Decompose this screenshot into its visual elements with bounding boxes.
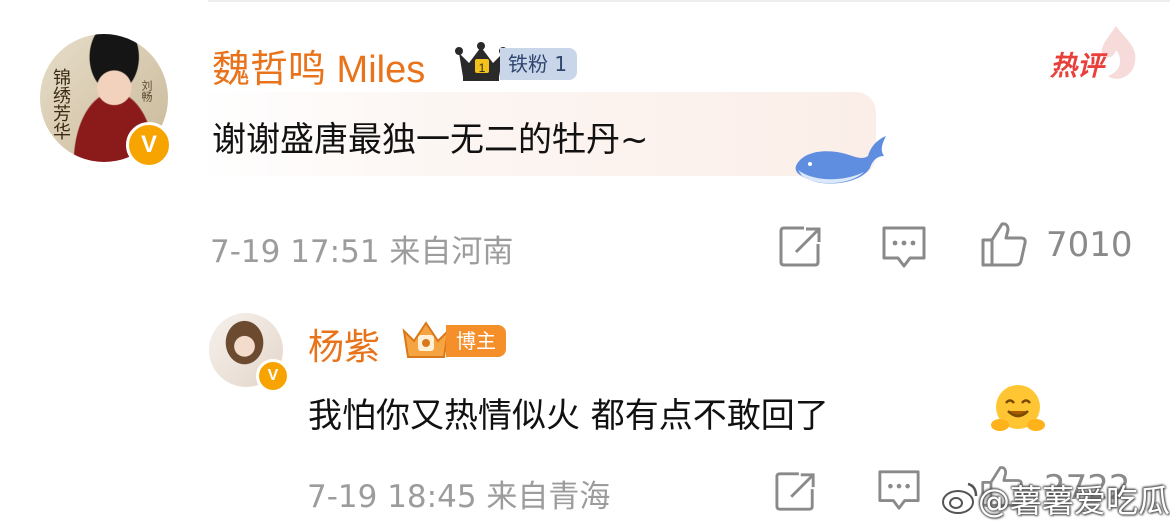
reply-timestamp: 7-19 18:45 (307, 479, 477, 515)
thumbs-up-icon[interactable] (980, 220, 1028, 268)
verified-v-icon: V (256, 359, 290, 393)
like-count: 7010 (1046, 225, 1133, 265)
top-divider (208, 0, 1170, 2)
verified-v-icon: V (126, 122, 172, 168)
whale-sticker-icon (795, 136, 886, 184)
blogger-badge: 博主 (446, 325, 506, 357)
comment-icon[interactable] (876, 468, 922, 512)
weibo-logo-icon (942, 482, 978, 514)
replier-name[interactable]: 杨紫 (308, 318, 380, 370)
reply-text: 我怕你又热情似火 都有点不敢回了 (308, 396, 829, 436)
fan-level-badge: 铁粉 1 (500, 48, 578, 80)
comment-location: 来自河南 (389, 234, 514, 270)
crown-icon (402, 321, 450, 358)
comment-icon[interactable] (880, 224, 928, 270)
comment-meta: 7-19 17:51 来自河南 (210, 226, 513, 271)
avatar-calligraphy: 锦绣芳华 (50, 68, 71, 140)
reply-meta: 7-19 18:45 来自青海 (307, 471, 610, 516)
repost-icon[interactable] (774, 470, 818, 512)
repost-icon[interactable] (778, 224, 824, 268)
crown-level-digit: 1 (479, 61, 486, 75)
comment-timestamp: 7-19 17:51 (210, 234, 380, 270)
hot-comment-tag: 热评 (1050, 51, 1104, 82)
watermark: @薯薯爱吃瓜 (978, 482, 1170, 520)
hug-emoji-icon (991, 385, 1045, 431)
reply-location: 来自青海 (486, 479, 611, 515)
comment-text: 谢谢盛唐最独一无二的牡丹~ (212, 120, 649, 160)
avatar-caption: 刘畅 (140, 80, 153, 102)
commenter-name[interactable]: 魏哲鸣 Miles (212, 38, 425, 93)
